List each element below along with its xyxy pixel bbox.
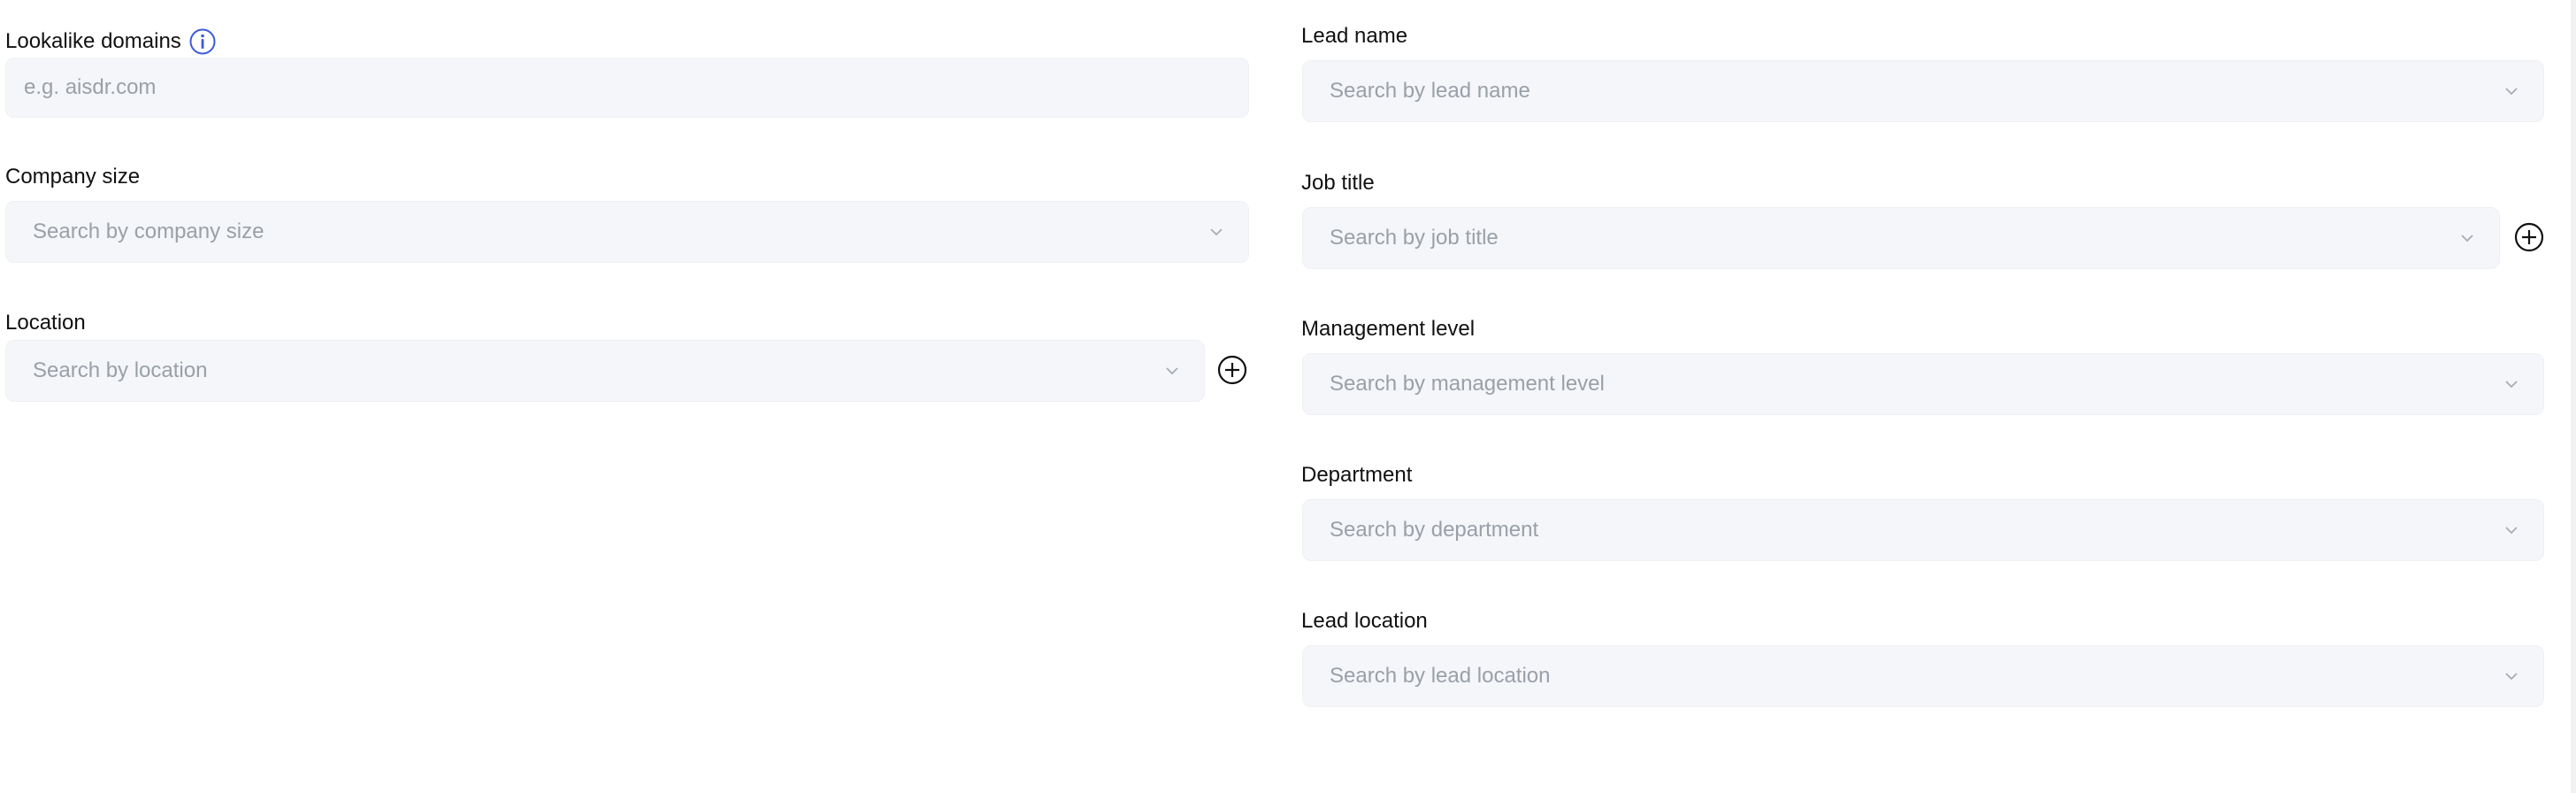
job-title-placeholder: Search by job title — [1330, 226, 1499, 250]
chevron-down-icon — [2503, 82, 2520, 100]
lead-location-label: Lead location — [1301, 609, 1428, 633]
chevron-down-icon — [2503, 375, 2520, 393]
chevron-down-icon — [2503, 667, 2520, 685]
management-level-label: Management level — [1301, 317, 1476, 341]
scrollbar-track[interactable] — [2571, 0, 2576, 793]
department-placeholder: Search by department — [1330, 518, 1539, 542]
lead-location-placeholder: Search by lead location — [1330, 664, 1551, 688]
lead-name-label: Lead name — [1301, 24, 1408, 48]
location-select[interactable]: Search by location — [5, 340, 1205, 402]
chevron-down-icon — [1208, 223, 1225, 241]
plus-circle-icon — [1217, 355, 1247, 385]
location-label: Location — [5, 311, 86, 335]
lookalike-domains-label: Lookalike domains — [5, 27, 217, 56]
lead-filters-form: Lookalike domains Company size Search by… — [0, 0, 2576, 793]
chevron-down-icon — [1163, 362, 1181, 380]
lookalike-domains-label-text: Lookalike domains — [5, 29, 181, 53]
lead-name-placeholder: Search by lead name — [1330, 79, 1530, 103]
info-icon[interactable] — [188, 27, 217, 56]
lookalike-domains-input[interactable] — [24, 58, 1225, 117]
chevron-down-icon — [2458, 229, 2476, 247]
location-placeholder: Search by location — [33, 358, 208, 382]
chevron-down-icon — [2503, 521, 2520, 539]
lead-location-select[interactable]: Search by lead location — [1302, 645, 2544, 707]
lookalike-domains-input-wrapper[interactable] — [5, 58, 1249, 118]
add-job-title-button[interactable] — [2513, 221, 2545, 253]
department-select[interactable]: Search by department — [1302, 499, 2544, 561]
department-label: Department — [1301, 463, 1413, 487]
management-level-placeholder: Search by management level — [1330, 372, 1605, 396]
company-size-select[interactable]: Search by company size — [5, 201, 1249, 263]
plus-circle-icon — [2514, 222, 2544, 252]
company-size-label: Company size — [5, 165, 141, 189]
company-size-placeholder: Search by company size — [33, 219, 264, 243]
lead-name-select[interactable]: Search by lead name — [1302, 60, 2544, 122]
job-title-select[interactable]: Search by job title — [1302, 207, 2500, 269]
management-level-select[interactable]: Search by management level — [1302, 353, 2544, 415]
job-title-label: Job title — [1301, 171, 1375, 195]
add-location-button[interactable] — [1216, 354, 1248, 386]
